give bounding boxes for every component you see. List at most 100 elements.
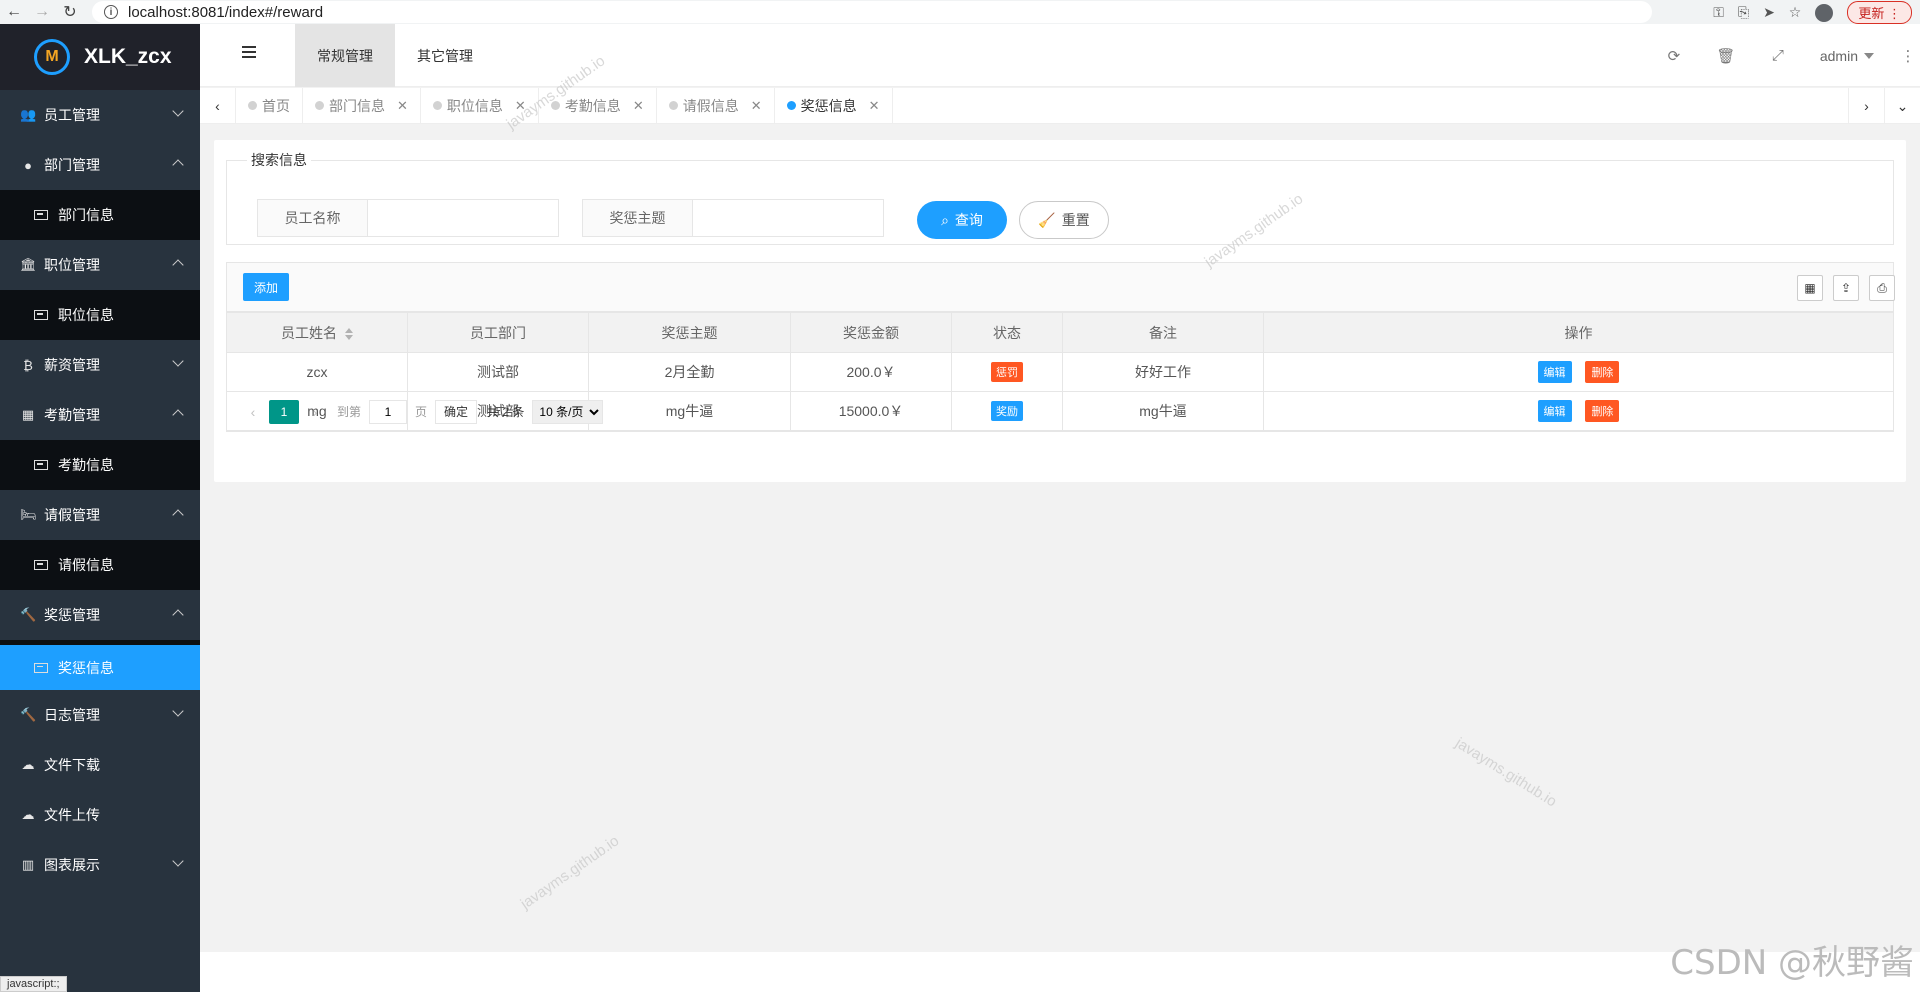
column-header-dept: 员工部门: [407, 312, 589, 353]
user-menu[interactable]: admin: [1820, 48, 1874, 64]
sidebar-item-reward[interactable]: 🔨 奖惩管理: [0, 590, 200, 640]
cloud-upload-icon: ☁: [21, 807, 35, 822]
menu-collapse-icon[interactable]: [242, 46, 256, 61]
tab-other[interactable]: 其它管理: [395, 24, 495, 87]
export-icon[interactable]: ⇪: [1833, 275, 1859, 301]
profile-avatar-icon[interactable]: [1815, 3, 1834, 22]
page-tabs-bar: ‹ 首页 部门信息 ✕ 职位信息 ✕ 考勤信息 ✕ 请假信息 ✕ 奖惩信息 ✕ › ⌄: [200, 88, 1920, 124]
reward-panel: 搜索信息 员工名称 奖惩主题 ⌕ 查询 🧹 重置 添加 ▦ ⇪ ⎙ 员工姓名 员工部…: [214, 140, 1906, 482]
sort-icon[interactable]: [345, 327, 353, 340]
employee-name-label: 员工名称: [258, 200, 368, 236]
close-icon[interactable]: ✕: [869, 98, 880, 114]
reward-topic-field: 奖惩主题: [582, 199, 884, 237]
chevron-down-icon: [172, 855, 184, 867]
bed-icon: 🛏: [20, 507, 37, 522]
translate-icon[interactable]: ⎘: [1738, 4, 1749, 21]
submenu-item-leave-info[interactable]: 请假信息: [0, 540, 200, 590]
column-header-amount: 奖惩金额: [790, 312, 952, 353]
sidebar-item-charts[interactable]: ▥ 图表展示: [0, 840, 200, 890]
trash-icon[interactable]: 🗑: [1700, 47, 1752, 65]
submenu-item-attendance-info[interactable]: 考勤信息: [0, 440, 200, 490]
tabs-scroll-left-icon[interactable]: ‹: [200, 88, 236, 124]
calendar-icon: ▦: [21, 407, 35, 422]
sidebar: M XLK_zcx 👥 员工管理 ● 部门管理 部门信息 🏛 职位管理 职位信息 ₿ 薪…: [0, 24, 200, 992]
prev-page-icon[interactable]: ‹: [239, 404, 267, 420]
reset-button[interactable]: 🧹 重置: [1019, 201, 1109, 239]
table-icon: [34, 310, 48, 320]
sidebar-item-leave[interactable]: 🛏 请假管理: [0, 490, 200, 540]
sidebar-item-department[interactable]: ● 部门管理: [0, 140, 200, 190]
sidebar-item-label: 请假管理: [44, 507, 100, 523]
sidebar-item-attendance[interactable]: ▦ 考勤管理: [0, 390, 200, 440]
chevron-down-icon: [172, 355, 184, 367]
sidebar-item-salary[interactable]: ₿ 薪资管理: [0, 340, 200, 390]
page-tab-label: 请假信息: [682, 98, 739, 114]
confirm-page-button[interactable]: 确定: [435, 399, 478, 424]
sidebar-item-label: 文件下载: [44, 757, 100, 773]
more-icon[interactable]: ⋮: [1896, 47, 1920, 65]
submenu-item-reward-info[interactable]: 奖惩信息: [0, 640, 200, 690]
users-icon: 👥: [20, 107, 37, 122]
submenu-label: 请假信息: [58, 557, 114, 573]
username: admin: [1819, 47, 1858, 64]
sidebar-item-label: 员工管理: [44, 107, 100, 123]
page-tab-leave[interactable]: 请假信息 ✕: [657, 88, 775, 124]
sidebar-item-position[interactable]: 🏛 职位管理: [0, 240, 200, 290]
close-icon[interactable]: ✕: [633, 98, 644, 114]
sidebar-item-file-upload[interactable]: ☁ 文件上传: [0, 790, 200, 840]
fullscreen-icon[interactable]: ⤢: [1752, 47, 1804, 64]
app-logo[interactable]: M XLK_zcx: [0, 24, 200, 90]
table-row[interactable]: zcx 测试部 2月全勤 200.0￥ 惩罚 好好工作 编辑 删除: [226, 352, 1894, 392]
status-bar-tooltip: javascript:;: [0, 976, 67, 992]
sidebar-item-label: 奖惩管理: [44, 607, 100, 623]
sidebar-item-log[interactable]: 🔨 日志管理: [0, 690, 200, 740]
page-tab-reward[interactable]: 奖惩信息 ✕: [775, 88, 893, 124]
send-icon[interactable]: ➤: [1763, 4, 1775, 21]
gavel-icon: 🔨: [20, 607, 37, 622]
page-tab-home[interactable]: 首页: [236, 88, 303, 124]
query-button[interactable]: ⌕ 查询: [917, 201, 1007, 239]
tabs-scroll-right-icon[interactable]: ›: [1848, 88, 1884, 124]
update-button[interactable]: 更新 ⋮: [1847, 1, 1912, 24]
next-page-icon[interactable]: ›: [301, 404, 329, 420]
close-icon[interactable]: ✕: [751, 98, 762, 114]
edit-button[interactable]: 编辑: [1537, 361, 1572, 383]
submenu-label: 部门信息: [58, 207, 114, 223]
chevron-up-icon: [172, 509, 184, 521]
goto-page-input[interactable]: [369, 399, 408, 424]
submenu-item-department-info[interactable]: 部门信息: [0, 190, 200, 240]
tab-general[interactable]: 常规管理: [295, 24, 395, 87]
column-header-name[interactable]: 员工姓名: [226, 312, 408, 353]
table-header-row: 员工姓名 员工部门 奖惩主题 奖惩金额 状态 备注 操作: [226, 312, 1894, 353]
delete-button[interactable]: 删除: [1585, 361, 1620, 383]
cell-dept: 测试部: [407, 352, 589, 392]
address-bar[interactable]: i localhost:8081/index#/reward: [92, 1, 1652, 23]
page-tab-label: 首页: [262, 98, 290, 114]
columns-filter-icon[interactable]: ▦: [1797, 275, 1823, 301]
page-1-button[interactable]: 1: [269, 399, 299, 424]
sidebar-item-file-download[interactable]: ☁ 文件下载: [0, 740, 200, 790]
back-icon[interactable]: ←: [0, 0, 28, 24]
employee-name-input[interactable]: [368, 200, 558, 236]
reset-label: 重置: [1061, 212, 1090, 228]
column-header-status: 状态: [951, 312, 1063, 353]
refresh-icon[interactable]: ⟳: [1648, 47, 1700, 65]
column-label: 员工姓名: [281, 324, 337, 341]
reload-icon[interactable]: ↻: [56, 0, 84, 24]
forward-icon[interactable]: →: [28, 0, 56, 24]
sidebar-item-employee[interactable]: 👥 员工管理: [0, 90, 200, 140]
key-icon[interactable]: ⚿: [1713, 4, 1724, 21]
print-icon[interactable]: ⎙: [1869, 275, 1895, 301]
page-size-select[interactable]: 10 条/页: [532, 399, 604, 424]
page-tab-department[interactable]: 部门信息 ✕: [303, 88, 421, 124]
broom-icon: 🧹: [1038, 211, 1056, 228]
star-icon[interactable]: ☆: [1789, 4, 1802, 21]
tabs-menu-chevron-icon[interactable]: ⌄: [1884, 88, 1920, 124]
reward-topic-input[interactable]: [693, 200, 883, 236]
search-legend: 搜索信息: [251, 152, 307, 168]
close-icon[interactable]: ✕: [397, 98, 408, 114]
info-icon[interactable]: i: [104, 5, 118, 19]
submenu-item-position-info[interactable]: 职位信息: [0, 290, 200, 340]
cell-name: zcx: [226, 352, 408, 392]
add-button[interactable]: 添加: [243, 273, 289, 301]
